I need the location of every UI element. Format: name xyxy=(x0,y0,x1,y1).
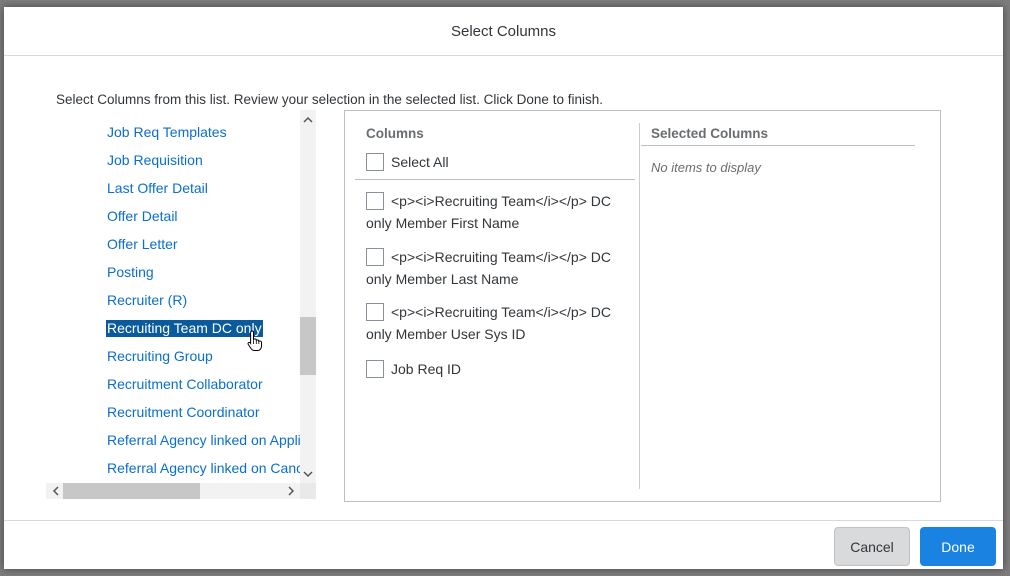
cancel-button[interactable]: Cancel xyxy=(834,527,910,566)
dialog-header: Select Columns xyxy=(4,7,1003,56)
chevron-down-icon[interactable] xyxy=(300,467,316,481)
list-item-recruitment-coordinator[interactable]: Recruitment Coordinator xyxy=(106,404,261,421)
column-option-label[interactable]: <p><i>Recruiting Team</i></p> DC xyxy=(391,301,611,323)
column-option-line1: <p><i>Recruiting Team</i></p> DC xyxy=(391,249,611,265)
column-option-label[interactable]: <p><i>Recruiting Team</i></p> DC xyxy=(391,190,611,212)
instructions-text: Select Columns from this list. Review yo… xyxy=(56,92,603,107)
dialog-title: Select Columns xyxy=(450,22,557,40)
entity-list: Job Req Templates Job Requisition Last O… xyxy=(46,110,300,483)
no-items-message: No items to display xyxy=(651,160,761,175)
list-item-referral-agency-appli[interactable]: Referral Agency linked on Appli xyxy=(106,432,300,449)
entity-list-panel: Job Req Templates Job Requisition Last O… xyxy=(46,110,316,500)
column-option-label[interactable]: <p><i>Recruiting Team</i></p> DC xyxy=(391,246,611,268)
column-option-label-cont[interactable]: only Member First Name xyxy=(366,212,519,234)
column-divider xyxy=(639,123,640,489)
column-option-line1: Job Req ID xyxy=(391,361,462,377)
column-option-line1: <p><i>Recruiting Team</i></p> DC xyxy=(391,193,611,209)
column-option-label-cont[interactable]: only Member User Sys ID xyxy=(366,323,525,345)
column-checkbox[interactable] xyxy=(366,303,384,321)
column-option-line2: only Member First Name xyxy=(366,215,520,231)
scrollbar-corner xyxy=(300,483,316,499)
dialog-footer: Cancel Done xyxy=(4,520,1003,569)
column-checkbox[interactable] xyxy=(366,192,384,210)
list-item-offer-letter[interactable]: Offer Letter xyxy=(106,236,179,253)
list-item-job-requisition[interactable]: Job Requisition xyxy=(106,152,204,169)
selected-columns-heading: Selected Columns xyxy=(651,126,769,141)
column-checkbox[interactable] xyxy=(366,360,384,378)
column-option-line1: <p><i>Recruiting Team</i></p> DC xyxy=(391,304,611,320)
select-columns-dialog: Select Columns Select Columns from this … xyxy=(4,7,1003,569)
list-item-recruiter[interactable]: Recruiter (R) xyxy=(106,292,188,309)
horizontal-scrollbar-thumb[interactable] xyxy=(63,483,200,499)
vertical-scrollbar[interactable] xyxy=(300,110,316,483)
columns-heading: Columns xyxy=(366,126,424,141)
columns-heading-divider xyxy=(355,179,635,180)
chevron-right-icon[interactable] xyxy=(284,483,298,499)
chevron-left-icon[interactable] xyxy=(48,483,62,499)
selected-heading-divider xyxy=(641,145,915,146)
list-item-posting[interactable]: Posting xyxy=(106,264,155,281)
columns-box: Columns Selected Columns No items to dis… xyxy=(344,110,941,502)
hand-pointer-icon xyxy=(247,330,263,352)
list-item-recruiting-group[interactable]: Recruiting Group xyxy=(106,348,214,365)
list-item-referral-agency-canc[interactable]: Referral Agency linked on Canc xyxy=(106,460,300,477)
vertical-scrollbar-thumb[interactable] xyxy=(300,317,316,375)
column-option-label[interactable]: Job Req ID xyxy=(391,358,461,380)
select-all-label[interactable]: Select All xyxy=(391,151,449,173)
chevron-up-icon[interactable] xyxy=(300,112,316,126)
column-option-line2: only Member User Sys ID xyxy=(366,326,526,342)
select-all-checkbox[interactable] xyxy=(366,153,384,171)
column-option-label-cont[interactable]: only Member Last Name xyxy=(366,268,519,290)
list-item-last-offer-detail[interactable]: Last Offer Detail xyxy=(106,180,209,197)
horizontal-scrollbar[interactable] xyxy=(46,483,300,499)
list-item-job-req-templates[interactable]: Job Req Templates xyxy=(106,124,228,141)
done-button[interactable]: Done xyxy=(920,527,996,566)
list-item-recruitment-collaborator[interactable]: Recruitment Collaborator xyxy=(106,376,264,393)
list-item-recruiting-team-dc-only[interactable]: Recruiting Team DC only xyxy=(106,320,263,337)
list-item-offer-detail[interactable]: Offer Detail xyxy=(106,208,179,225)
column-option-line2: only Member Last Name xyxy=(366,271,519,287)
column-checkbox[interactable] xyxy=(366,248,384,266)
